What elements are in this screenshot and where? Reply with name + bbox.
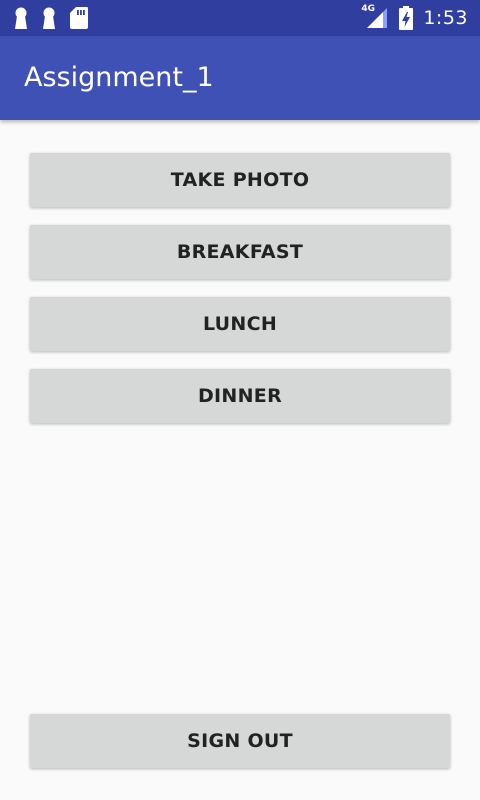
sd-card-icon	[70, 7, 88, 29]
keyhole-icon	[43, 7, 55, 29]
app-title: Assignment_1	[24, 62, 214, 93]
status-bar: 4G 1:53	[0, 0, 480, 36]
signal-icon	[367, 8, 388, 28]
take-photo-button[interactable]: TAKE PHOTO	[30, 153, 450, 207]
status-system-icons: 4G 1:53	[361, 0, 468, 36]
clock: 1:53	[423, 7, 468, 29]
breakfast-button[interactable]: BREAKFAST	[30, 225, 450, 279]
app-bar: Assignment_1	[0, 36, 480, 120]
lunch-button[interactable]: LUNCH	[30, 297, 450, 351]
sign-out-button[interactable]: SIGN OUT	[30, 714, 450, 768]
dinner-button[interactable]: DINNER	[30, 369, 450, 423]
status-notification-icons	[14, 7, 88, 29]
battery-charging-icon	[399, 6, 414, 30]
keyhole-icon	[15, 7, 27, 29]
signal-indicator: 4G	[361, 4, 389, 30]
